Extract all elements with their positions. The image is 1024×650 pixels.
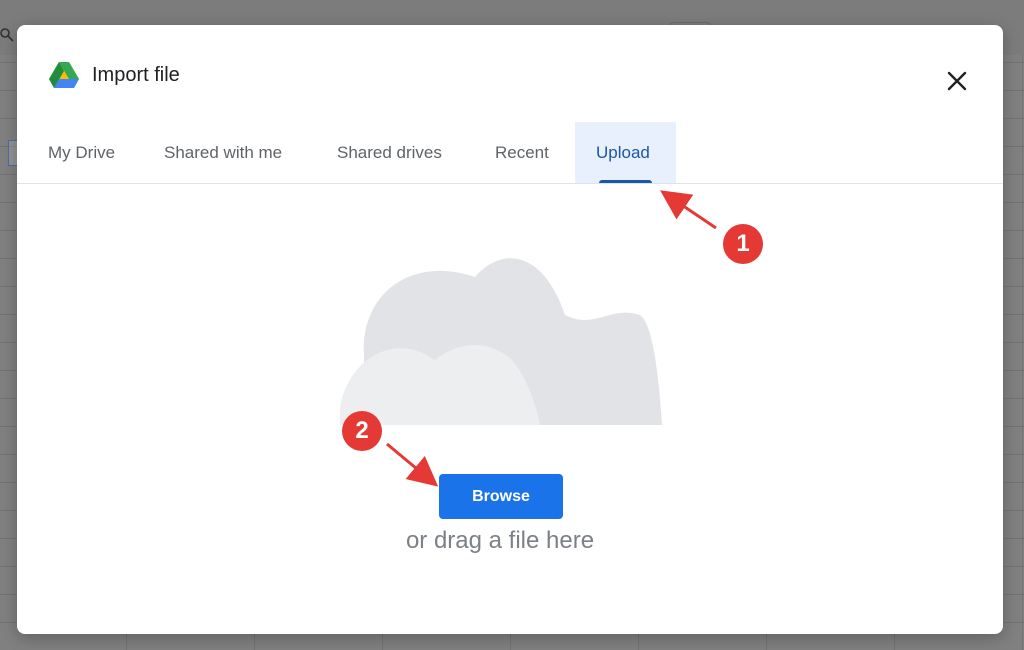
- close-icon: [947, 71, 967, 91]
- browse-button[interactable]: Browse: [439, 474, 563, 519]
- tab-my-drive[interactable]: My Drive: [48, 122, 115, 183]
- callout-badge-1: 1: [723, 224, 763, 264]
- drag-file-hint: or drag a file here: [405, 527, 595, 554]
- tab-shared-with-me[interactable]: Shared with me: [164, 122, 282, 183]
- tab-recent[interactable]: Recent: [495, 122, 549, 183]
- google-drive-logo-icon: [49, 61, 79, 88]
- cloud-illustration-icon: [340, 258, 662, 425]
- import-file-dialog: Import file My Drive Shared with me Shar…: [17, 25, 1003, 634]
- dialog-title: Import file: [92, 63, 180, 86]
- tab-upload[interactable]: Upload: [575, 122, 676, 183]
- callout-badge-2: 2: [342, 411, 382, 451]
- tab-upload-label: Upload: [596, 143, 650, 162]
- search-icon: [0, 28, 14, 42]
- active-tab-indicator: [599, 180, 652, 183]
- tab-bar: My Drive Shared with me Shared drives Re…: [17, 122, 1003, 184]
- dialog-header: Import file: [49, 57, 180, 93]
- close-button[interactable]: [938, 62, 976, 100]
- tab-shared-drives[interactable]: Shared drives: [337, 122, 442, 183]
